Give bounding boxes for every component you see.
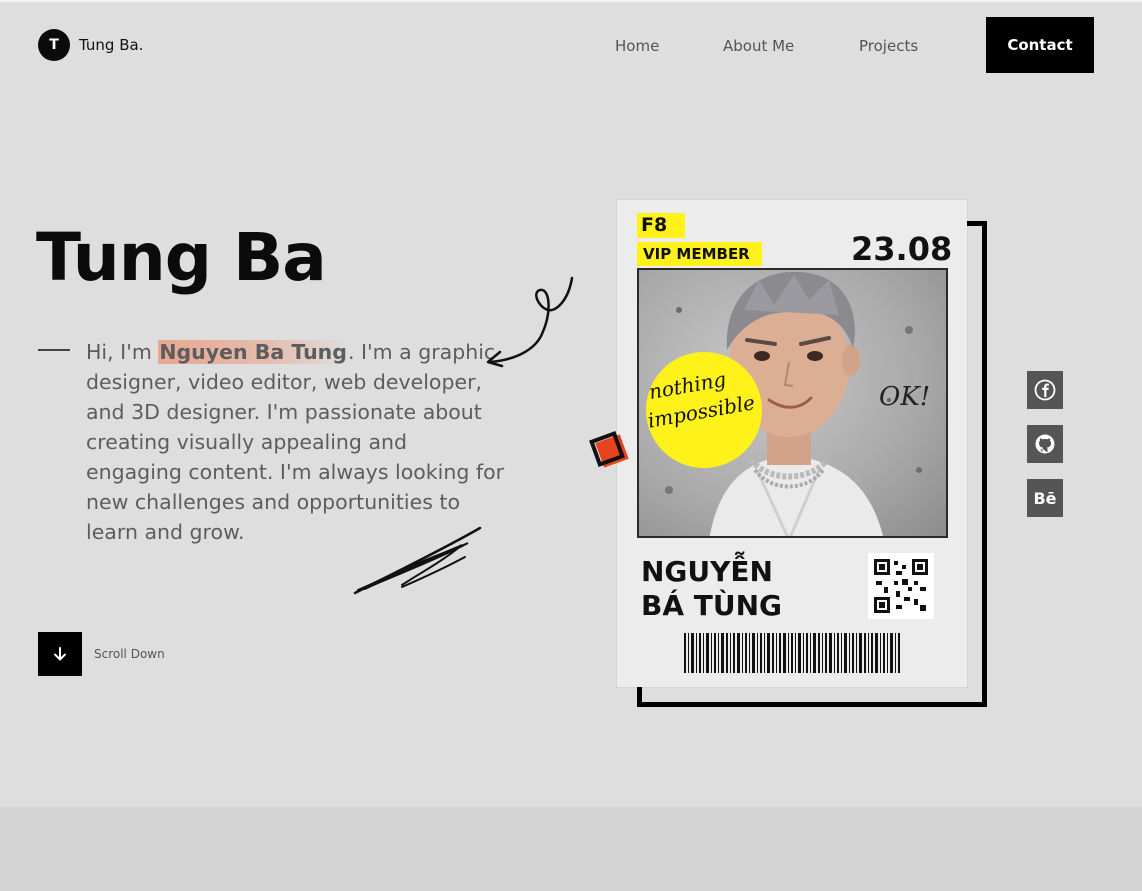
arrow-down-icon xyxy=(54,647,66,661)
contact-button[interactable]: Contact xyxy=(986,17,1094,73)
behance-link[interactable]: Bē xyxy=(1027,479,1063,517)
scribble-doodle xyxy=(353,526,482,595)
portrait-illustration: OK! nothing impossible xyxy=(646,271,930,536)
hero-title: Tung Ba xyxy=(36,219,327,296)
facebook-link[interactable] xyxy=(1027,371,1063,409)
nav-about-me[interactable]: About Me xyxy=(723,37,794,55)
intro-dash xyxy=(38,349,70,351)
intro-rest: . I'm a graphic designer, video editor, … xyxy=(86,340,505,544)
facebook-icon xyxy=(1034,379,1056,401)
scroll-down-label: Scroll Down xyxy=(94,647,165,661)
card-name-line1: NGUYỄN xyxy=(641,555,773,588)
logo-text: Tung Ba. xyxy=(79,36,144,54)
avatar-portrait: OK! nothing impossible xyxy=(637,268,948,538)
scroll-down-button[interactable] xyxy=(38,632,82,676)
nav-projects[interactable]: Projects xyxy=(859,37,918,55)
logo-badge: T xyxy=(38,29,70,61)
ok-graffiti: OK! xyxy=(879,382,930,412)
github-link[interactable] xyxy=(1027,425,1063,463)
curly-arrow-doodle xyxy=(486,276,574,368)
top-border xyxy=(0,0,1142,2)
intro-prefix: Hi, I'm xyxy=(86,340,159,364)
card-name: NGUYỄN BÁ TÙNG xyxy=(641,555,782,623)
card-badge: F8 xyxy=(637,213,686,238)
vip-member-card: F8 VIP MEMBER 23.08 OK! nothing impossib… xyxy=(617,200,967,687)
behance-icon: Bē xyxy=(1033,488,1057,508)
nav-home[interactable]: Home xyxy=(615,37,659,55)
decorative-square xyxy=(589,431,629,468)
github-icon xyxy=(1035,434,1055,454)
barcode-icon xyxy=(684,633,900,673)
next-section-band xyxy=(0,807,1142,891)
site-logo[interactable]: T Tung Ba. xyxy=(38,29,143,61)
card-date: 23.08 xyxy=(851,230,953,268)
card-member-label: VIP MEMBER xyxy=(637,242,762,266)
card-name-line2: BÁ TÙNG xyxy=(641,589,783,622)
intro-paragraph: Hi, I'm Nguyen Ba Tung. I'm a graphic de… xyxy=(86,337,506,547)
qr-code-icon xyxy=(868,553,934,619)
intro-name-highlight: Nguyen Ba Tung xyxy=(158,340,348,364)
